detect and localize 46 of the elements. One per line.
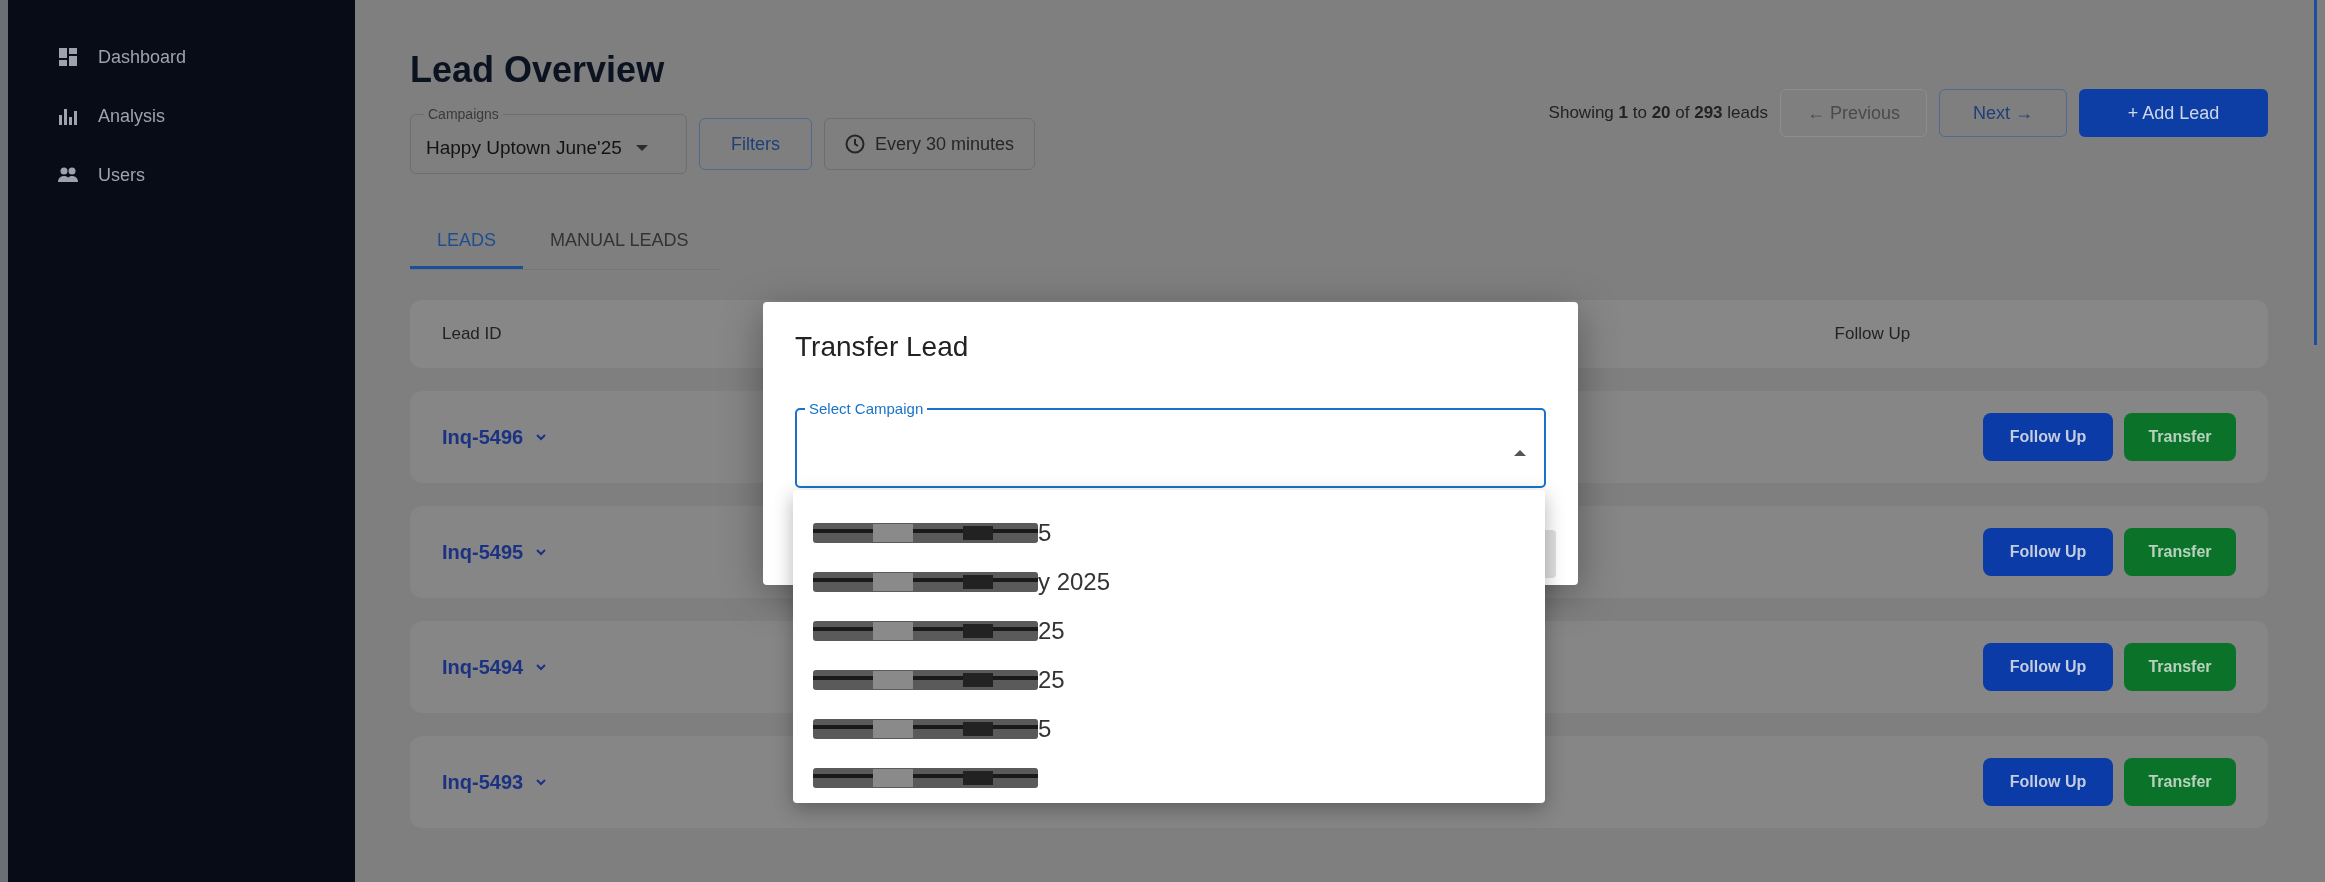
follow-up-button[interactable]: Follow Up (1983, 758, 2113, 806)
option-text: 25 (1038, 664, 1065, 695)
pagination-summary: Showing 1 to 20 of 293 leads (1548, 102, 1768, 125)
chevron-down-icon (535, 778, 548, 786)
sidebar-item[interactable]: Dashboard (56, 38, 355, 76)
column-header: Lead ID (441, 323, 502, 346)
option-text: 5 (1038, 517, 1052, 548)
lead-id-toggle[interactable]: Inq-5495 (442, 537, 548, 567)
follow-up-button[interactable]: Follow Up (1983, 413, 2113, 461)
follow-up-button[interactable]: Follow Up (1983, 643, 2113, 691)
dropdown-option[interactable]: 25 (793, 606, 1545, 655)
option-text: 25 (1038, 615, 1065, 646)
users-icon (58, 167, 78, 183)
column-header: Follow Up (1834, 323, 1911, 346)
caret-up-icon (1514, 449, 1526, 456)
field-label: Select Campaign (808, 399, 925, 419)
transfer-button[interactable]: Transfer (2124, 528, 2236, 576)
transfer-button[interactable]: Transfer (2124, 758, 2236, 806)
chevron-down-icon (535, 663, 548, 671)
chevron-down-icon (535, 433, 548, 441)
lead-id-toggle[interactable]: Inq-5493 (442, 767, 548, 797)
transfer-button[interactable]: Transfer (2124, 643, 2236, 691)
transfer-button[interactable]: Transfer (2124, 413, 2236, 461)
option-text: y 2025 (1038, 566, 1111, 597)
dropdown-option[interactable]: 5 (793, 704, 1545, 753)
filters-button[interactable]: Filters (699, 118, 812, 170)
dropdown-option[interactable]: 5 (793, 508, 1545, 557)
dropdown-option[interactable]: 25 (793, 655, 1545, 704)
chevron-down-icon (535, 548, 548, 556)
option-text: 5 (1038, 713, 1052, 744)
follow-up-button[interactable]: Follow Up (1983, 528, 2113, 576)
dashboard-icon (59, 48, 77, 66)
refresh-interval-button[interactable]: Every 30 minutes (824, 118, 1036, 170)
dialog-title: Transfer Lead (795, 330, 969, 364)
add-lead-button[interactable]: + Add Lead (2079, 89, 2268, 137)
lead-id-toggle[interactable]: Inq-5496 (442, 422, 548, 452)
sidebar-item[interactable]: Analysis (56, 97, 355, 135)
dropdown-option[interactable]: y 2025 (793, 557, 1545, 606)
tab[interactable]: MANUAL LEADS (523, 214, 716, 269)
sidebar-item[interactable]: Users (56, 156, 355, 194)
page-title: Lead Overview (410, 48, 666, 92)
bar-chart-icon (59, 107, 77, 125)
lead-id-toggle[interactable]: Inq-5494 (442, 652, 548, 682)
dropdown-caret-icon (635, 145, 648, 151)
next-button[interactable]: Next → (1939, 89, 2067, 137)
clock-icon (845, 134, 865, 154)
